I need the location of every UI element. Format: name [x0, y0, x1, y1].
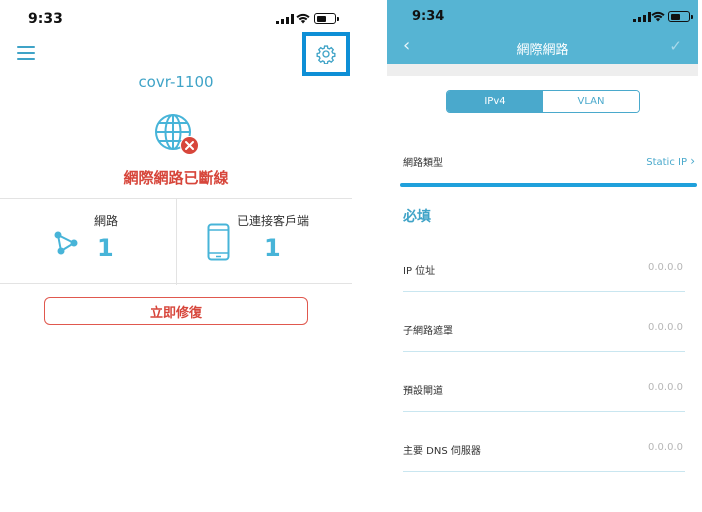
cellular-signal-icon [276, 14, 294, 24]
connection-type-row[interactable]: 網路類型 Static IP › [403, 154, 695, 169]
battery-icon [668, 11, 693, 22]
primary-dns-placeholder: 0.0.0.0 [648, 442, 683, 453]
main-screen: 9:33 covr-1100 網際網路已斷線 網路 1 已連接客戶端 1 立即修… [0, 0, 352, 512]
network-stat-value: 1 [97, 234, 114, 262]
internet-status-text: 網際網路已斷線 [123, 169, 229, 187]
primary-dns-field[interactable]: 主要 DNS 伺服器 0.0.0.0 [403, 442, 685, 472]
ip-address-field[interactable]: IP 位址 0.0.0.0 [403, 262, 685, 292]
page-title: 網際網路 [516, 43, 569, 58]
confirm-check-icon[interactable]: ✓ [669, 37, 682, 55]
status-bar: 9:33 [0, 0, 352, 36]
default-gateway-field[interactable]: 預設閘道 0.0.0.0 [403, 382, 685, 412]
default-gateway-placeholder: 0.0.0.0 [648, 382, 683, 393]
connection-type-label: 網路類型 [403, 158, 443, 169]
clients-stat[interactable]: 已連接客戶端 1 [177, 199, 352, 285]
tab-vlan[interactable]: VLAN [543, 91, 639, 112]
progress-divider [400, 183, 697, 187]
ip-address-placeholder: 0.0.0.0 [648, 262, 683, 273]
default-gateway-label: 預設閘道 [403, 386, 443, 397]
ip-address-label: IP 位址 [403, 266, 436, 277]
gear-icon [316, 45, 336, 64]
network-stat[interactable]: 網路 1 [0, 199, 176, 285]
connection-type-value[interactable]: Static IP › [646, 154, 695, 168]
battery-icon [314, 13, 339, 24]
phone-device-icon [207, 223, 230, 261]
repair-now-button[interactable]: 立即修復 [44, 297, 308, 325]
section-title-required: 必填 [403, 209, 431, 225]
wifi-icon [651, 11, 665, 22]
subnet-mask-label: 子網路遮罩 [403, 326, 453, 337]
tab-ipv4[interactable]: IPv4 [447, 91, 543, 112]
nav-header: 9:34 ‹ 網際網路 ✓ [387, 0, 698, 64]
settings-button[interactable] [302, 32, 350, 76]
header-shadow-band [387, 64, 698, 76]
ip-version-tabs: IPv4 VLAN [446, 90, 640, 113]
menu-button[interactable] [17, 46, 35, 60]
internet-status-icon [152, 112, 200, 156]
chevron-right-icon: › [690, 154, 695, 168]
stats-panel: 網路 1 已連接客戶端 1 [0, 198, 352, 285]
subnet-mask-field[interactable]: 子網路遮罩 0.0.0.0 [403, 322, 685, 352]
network-topology-icon [54, 231, 78, 255]
device-name: covr-1100 [138, 73, 214, 91]
status-time: 9:33 [28, 11, 63, 27]
primary-dns-label: 主要 DNS 伺服器 [403, 446, 481, 457]
status-time: 9:34 [412, 9, 445, 24]
wifi-icon [296, 13, 310, 24]
internet-settings-screen: 9:34 ‹ 網際網路 ✓ IPv4 VLAN 網路類型 Static IP ›… [387, 0, 698, 512]
network-stat-label: 網路 [94, 214, 119, 228]
clients-stat-value: 1 [264, 234, 281, 262]
cellular-signal-icon [633, 12, 651, 22]
clients-stat-label: 已連接客戶端 [237, 214, 310, 228]
connection-type-value-text: Static IP [646, 157, 687, 168]
error-badge-icon [180, 136, 199, 155]
subnet-mask-placeholder: 0.0.0.0 [648, 322, 683, 333]
